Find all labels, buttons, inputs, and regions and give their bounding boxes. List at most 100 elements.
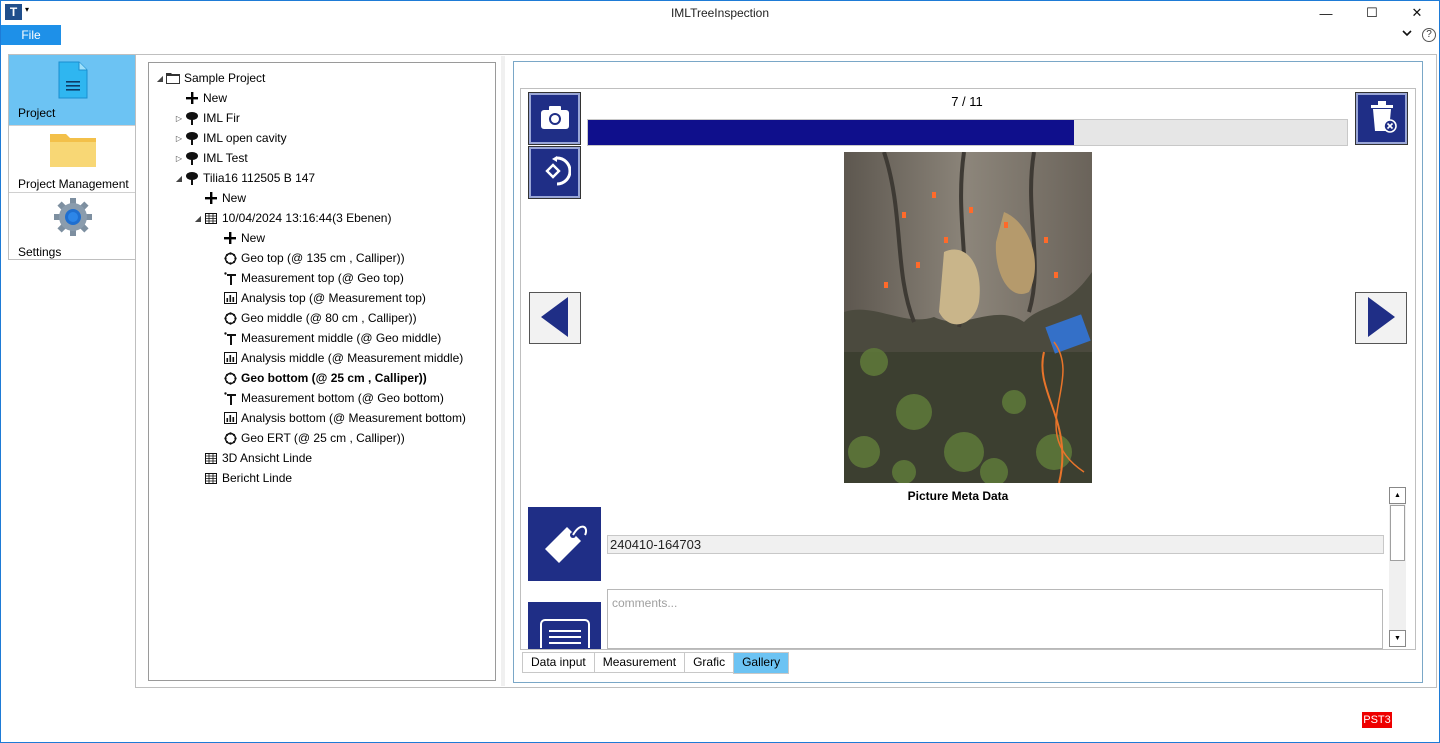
app-window: T ▾ IMLTreeInspection — ☐ ✕ File ? Proje… [0,0,1440,743]
tree-node-label: Bericht Linde [222,471,293,485]
plus-icon [222,231,238,245]
tree-node[interactable]: ▷ IML Fir [174,109,240,127]
status-badge: PST3 [1362,712,1392,728]
document-icon [57,61,89,102]
meta-scrollbar[interactable]: ▲ ▼ [1389,487,1406,647]
expand-toggle-icon[interactable]: ◢ [174,174,184,183]
tree-node[interactable]: Bericht Linde [193,469,292,487]
analysis-icon [222,351,238,365]
maximize-button[interactable]: ☐ [1349,1,1395,25]
picture-meta-data-title: Picture Meta Data [907,489,1009,503]
scroll-down-icon[interactable]: ▼ [1389,630,1406,647]
delete-image-button[interactable] [1356,93,1407,144]
folder-icon [165,71,181,85]
tree-node[interactable]: ◢ 10/04/2024 13:16:44(3 Ebenen) [193,209,392,227]
file-menu[interactable]: File [1,25,61,45]
plus-icon [203,191,219,205]
plus-icon [184,91,200,105]
tree-node-label: New [241,231,266,245]
geo-icon [222,371,238,385]
tree-node[interactable]: Measurement middle (@ Geo middle) [212,329,441,347]
tree-node-label: IML open cavity [203,131,287,145]
trash-icon [1367,100,1397,137]
tree-node-label: Analysis bottom (@ Measurement bottom) [241,411,466,425]
tab-gallery[interactable]: Gallery [733,652,790,674]
tree-node[interactable]: Measurement top (@ Geo top) [212,269,404,287]
comments-input[interactable]: comments... [607,589,1383,649]
comments-button[interactable] [528,602,601,653]
tag-field[interactable]: 240410-164703 [607,535,1384,554]
tree-node[interactable]: ◢ Sample Project [155,69,265,87]
image-counter: 7 / 11 [951,94,983,109]
splitter[interactable] [501,56,505,686]
tree-node[interactable]: 3D Ansicht Linde [193,449,312,467]
rotate-button[interactable] [529,147,580,198]
image-progress [587,119,1348,146]
expand-toggle-icon[interactable]: ▷ [174,134,184,143]
tree-node-label: Measurement bottom (@ Geo bottom) [241,391,444,405]
tree-icon [184,151,200,165]
tree-node[interactable]: ▷ IML Test [174,149,248,167]
next-image-button[interactable] [1355,292,1407,344]
previous-image-button[interactable] [529,292,581,344]
tab-data-input[interactable]: Data input [522,652,594,673]
tab-measurement[interactable]: Measurement [593,652,685,673]
tag-button[interactable] [528,507,601,581]
tree-node[interactable]: Geo bottom (@ 25 cm , Calliper)) [212,369,427,387]
tag-icon [537,515,593,574]
nav-item-project-management[interactable]: Project Management [9,126,135,193]
tree-icon [184,171,200,185]
scroll-thumb[interactable] [1390,505,1405,561]
expand-toggle-icon[interactable]: ◢ [155,74,165,83]
tree-node[interactable]: ▷ IML open cavity [174,129,287,147]
image-progress-fill [588,120,1074,145]
tree-node-label: 3D Ansicht Linde [222,451,313,465]
tree-node[interactable]: Geo ERT (@ 25 cm , Calliper)) [212,429,405,447]
tree-node-label: Measurement top (@ Geo top) [241,271,404,285]
title-bar: T ▾ IMLTreeInspection — ☐ ✕ [1,1,1439,25]
tree-node[interactable]: Measurement bottom (@ Geo bottom) [212,389,444,407]
expand-toggle-icon[interactable]: ▷ [174,114,184,123]
chevron-down-icon[interactable] [1401,27,1413,42]
close-button[interactable]: ✕ [1394,1,1440,25]
tree-node-label: IML Test [203,151,248,165]
project-tree[interactable]: ◢ Sample Project New ▷ IML Fir ▷ IML open cavi… [148,62,496,681]
tree-node[interactable]: Geo middle (@ 80 cm , Calliper)) [212,309,417,327]
tree-node[interactable]: New [193,189,246,207]
tree-node[interactable]: Analysis bottom (@ Measurement bottom) [212,409,466,427]
tree-node-label: Analysis top (@ Measurement top) [241,291,426,305]
detail-tabs: Data input Measurement Grafic Gallery [522,652,790,674]
rotate-icon [539,155,571,190]
folder-icon [49,130,97,171]
tree-node-label: New [203,91,228,105]
tree-icon [184,131,200,145]
analysis-icon [222,291,238,305]
tree-node-label: Analysis middle (@ Measurement middle) [241,351,464,365]
help-icon[interactable]: ? [1422,28,1436,42]
window-title: IMLTreeInspection [670,6,770,20]
tree-node[interactable]: Analysis top (@ Measurement top) [212,289,426,307]
tab-grafic[interactable]: Grafic [684,652,734,673]
camera-button[interactable] [529,93,580,144]
table-icon [203,471,219,485]
tree-node-label: Sample Project [184,71,266,85]
nav-label: Project [18,106,56,120]
expand-toggle-icon[interactable]: ▷ [174,154,184,163]
tree-node-label: Geo top (@ 135 cm , Calliper)) [241,251,405,265]
tree-node[interactable]: ◢ Tilia16 112505 B 147 [174,169,315,187]
tree-node[interactable]: Analysis middle (@ Measurement middle) [212,349,463,367]
scroll-up-icon[interactable]: ▲ [1389,487,1406,504]
measure-icon [222,331,238,345]
nav-item-settings[interactable]: Settings [9,193,135,260]
arrow-left-icon [539,295,571,342]
tree-node[interactable]: New [174,89,227,107]
expand-toggle-icon[interactable]: ◢ [193,214,203,223]
tree-node-label: Geo middle (@ 80 cm , Calliper)) [241,311,417,325]
minimize-button[interactable]: — [1303,1,1349,25]
nav-item-project[interactable]: Project [9,55,135,126]
tree-node-label: Measurement middle (@ Geo middle) [241,331,442,345]
tree-node[interactable]: New [212,229,265,247]
tree-node[interactable]: Geo top (@ 135 cm , Calliper)) [212,249,405,267]
measure-icon [222,391,238,405]
tree-photo [844,152,1092,483]
